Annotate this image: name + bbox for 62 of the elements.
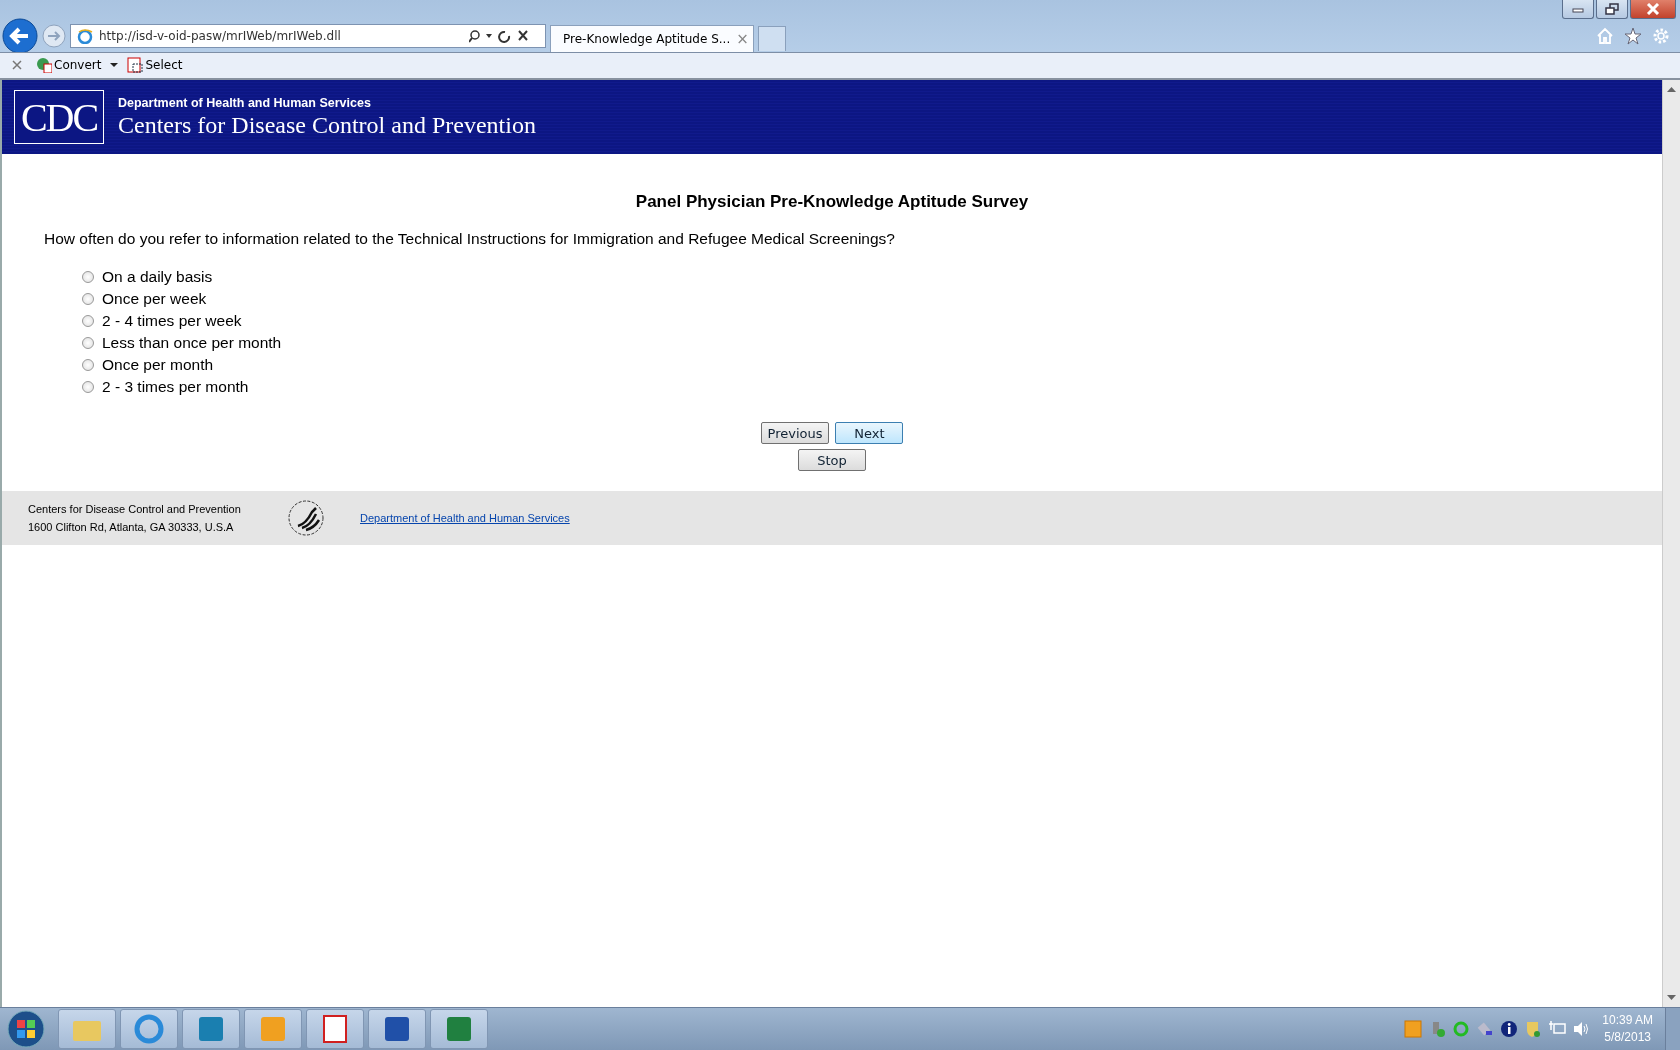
url-text: http://isd-v-oid-pasw/mrIWeb/mrIWeb.dll (99, 28, 342, 43)
footer-text: Centers for Disease Control and Prevention (28, 503, 242, 515)
device-icon[interactable] (1476, 1020, 1495, 1038)
tab-close-button[interactable]: × (736, 30, 749, 49)
shield-icon[interactable] (1524, 1020, 1543, 1038)
department-name: Department of Health and Human Services (118, 95, 372, 110)
survey-title: Panel Physician Pre-Knowledge Aptitude Survey (634, 192, 1030, 212)
radio-button[interactable] (82, 359, 94, 371)
back-button[interactable] (2, 17, 38, 54)
close-button[interactable] (1630, 0, 1676, 19)
restore-button[interactable] (1596, 0, 1628, 19)
taskbar-app-button[interactable] (368, 1009, 426, 1049)
show-desktop-button[interactable] (1665, 1008, 1680, 1050)
scrollbar[interactable] (1662, 80, 1680, 1007)
radio-button[interactable] (82, 293, 94, 305)
address-bar[interactable]: http://isd-v-oid-pasw/mrIWeb/mrIWeb.dll (70, 23, 546, 48)
info-icon[interactable] (1500, 1020, 1519, 1038)
scroll-up-icon[interactable] (1667, 86, 1676, 92)
close-icon (1646, 3, 1660, 15)
option-label[interactable]: Less than once per month (102, 334, 282, 352)
convert-button[interactable]: Convert (36, 57, 102, 74)
scroll-down-icon[interactable] (1667, 995, 1676, 1001)
settings-icon[interactable] (1652, 26, 1670, 45)
taskbar-app-button[interactable] (430, 1009, 488, 1049)
previous-button[interactable]: Previous (760, 422, 830, 444)
start-button[interactable] (6, 1009, 46, 1049)
forward-button[interactable] (42, 23, 66, 48)
browser-tab[interactable]: Pre-Knowledge Aptitude S... × (550, 25, 754, 53)
dropdown-caret-icon[interactable] (109, 61, 120, 70)
footer-text: 1600 Clifton Rd, Atlanta, GA 30333, U.S.A (28, 521, 235, 533)
restore-icon (1605, 3, 1619, 15)
page-icon (77, 27, 93, 44)
option-label[interactable]: Once per week (102, 290, 207, 308)
next-button[interactable]: Next (835, 422, 904, 444)
stop-button[interactable]: Stop (798, 449, 866, 471)
minimize-icon (1571, 5, 1585, 13)
speaker-icon[interactable] (1572, 1020, 1591, 1038)
globe-pdf-icon (36, 57, 52, 74)
taskbar-app-button[interactable] (120, 1009, 178, 1049)
cdc-logo[interactable]: CDC (14, 90, 104, 144)
radio-button[interactable] (82, 315, 94, 327)
eagle-seal-icon (286, 498, 326, 538)
taskbar-app-button[interactable] (306, 1009, 364, 1049)
agency-name: Centers for Disease Control and Prevention (118, 111, 536, 139)
close-toolbar-icon[interactable] (12, 60, 22, 71)
radio-button[interactable] (82, 381, 94, 393)
select-button[interactable]: Select (127, 57, 183, 74)
option-label[interactable]: Once per month (102, 356, 214, 374)
radio-button[interactable] (82, 337, 94, 349)
new-tab-button[interactable] (758, 26, 786, 52)
star-icon[interactable] (1624, 26, 1642, 45)
browser-app-icon (133, 1013, 165, 1045)
radio-button[interactable] (82, 271, 94, 283)
option-label[interactable]: 2 - 3 times per month (102, 378, 249, 396)
pdf-select-icon (127, 57, 144, 74)
option-label[interactable]: 2 - 4 times per week (102, 312, 242, 330)
option-label[interactable]: On a daily basis (102, 268, 213, 286)
home-icon[interactable] (1596, 26, 1614, 45)
question-text: How often do you refer to information related to the Technical Instructions for Immigration and Refugee Medical Screenings? (44, 230, 896, 248)
taskbar-app-button[interactable] (182, 1009, 240, 1049)
minimize-button[interactable] (1562, 0, 1594, 19)
hhs-link[interactable]: Department of Health and Human Services (360, 512, 570, 524)
